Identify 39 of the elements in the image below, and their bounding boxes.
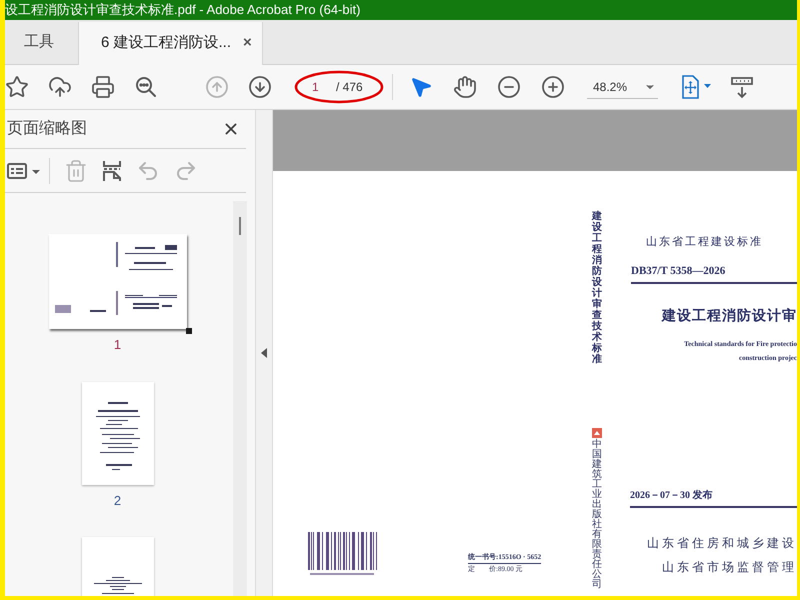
page-number-label: 2 (114, 492, 122, 510)
read-mode-icon[interactable] (730, 75, 754, 99)
page-thumbnail-drawing[interactable] (48, 234, 186, 329)
issuer-name: 山东省住房和城乡建设 (647, 535, 797, 552)
tab[interactable]: 6 建设工程消防设... × (78, 22, 263, 65)
standard-code: DB37/T 5358—2026 (631, 262, 797, 284)
barcode (306, 532, 378, 578)
page-number-label: 1 (114, 336, 122, 354)
print-icon[interactable] (91, 75, 115, 99)
page-count: / 476 (336, 79, 363, 96)
select-arrow-icon[interactable] (409, 75, 433, 99)
spine-title: 建设工程消防设计审查技术标准 (592, 211, 602, 365)
tab-close-button[interactable]: × (243, 32, 252, 55)
issuer-name: 山东省市场监督管理 (662, 559, 797, 576)
cloud-upload-icon[interactable] (48, 75, 72, 99)
seal-icon (592, 428, 602, 438)
series-title: 山东省工程建设标准 (646, 234, 763, 250)
zoom-out-icon[interactable] (497, 75, 521, 99)
bookmark-star-icon[interactable] (5, 75, 29, 99)
zoom-dropdown[interactable]: 48.2% (587, 75, 658, 99)
options-menu-icon[interactable] (7, 162, 41, 180)
scrollbar[interactable] (233, 201, 247, 596)
hand-icon[interactable] (453, 75, 477, 99)
publisher-name: 中国建筑工业出版社有限责任公司 (592, 440, 602, 590)
tab[interactable]: 工具 (5, 21, 78, 64)
window-title: 设工程消防设计审查技术标准.pdf - Adobe Acrobat Pro (64-bit) (5, 1, 360, 20)
fit-page-icon[interactable] (681, 75, 713, 99)
zoom-in-icon[interactable] (541, 75, 565, 99)
search-icon[interactable] (134, 75, 158, 99)
insert-pages-icon[interactable] (102, 158, 122, 182)
release-date: 2026－07－30 发布 (630, 488, 797, 508)
panel-title: 页面缩略图 (7, 118, 87, 139)
next-page-icon[interactable] (248, 75, 272, 99)
collapse-arrow-icon[interactable] (261, 348, 267, 358)
resize-handle[interactable] (186, 328, 192, 334)
standard-title: 建设工程消防设计审 (662, 306, 797, 326)
page-number-field[interactable]: 1 (312, 78, 322, 96)
page-thumbnail-drawing[interactable] (82, 382, 154, 484)
page-thumbnail-drawing[interactable] (82, 537, 154, 596)
